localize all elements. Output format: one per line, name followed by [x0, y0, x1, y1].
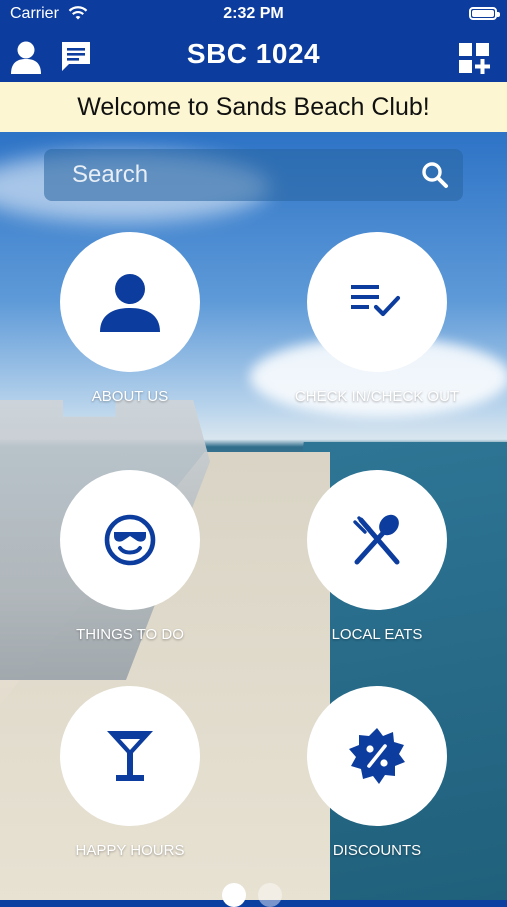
check-in-check-out-button[interactable]: [307, 232, 447, 372]
local-eats-button[interactable]: [307, 470, 447, 610]
local-eats-label: LOCAL EATS: [331, 626, 423, 643]
check-in-check-out-label: CHECK IN/CHECK OUT: [294, 388, 460, 405]
status-bar: Carrier 2:32 PM: [0, 0, 507, 30]
add-widget-icon[interactable]: [458, 42, 490, 74]
search-bar[interactable]: Search: [44, 149, 463, 201]
discount-badge-icon: [349, 728, 405, 784]
welcome-banner: Welcome to Sands Beach Club!: [0, 82, 507, 132]
fork-spoon-icon: [353, 514, 400, 565]
discounts-button[interactable]: [307, 686, 447, 826]
sunglasses-face-icon: [104, 514, 156, 566]
search-icon[interactable]: [421, 161, 449, 189]
things-to-do-button[interactable]: [60, 470, 200, 610]
about-us-label: ABOUT US: [91, 388, 169, 405]
person-icon: [100, 274, 160, 332]
status-time: 2:32 PM: [223, 5, 284, 22]
page-indicator[interactable]: [220, 883, 290, 907]
cocktail-icon: [107, 731, 153, 781]
things-to-do-label: THINGS TO DO: [76, 626, 184, 643]
happy-hours-button[interactable]: [60, 686, 200, 826]
top-nav-bar: Carrier 2:32 PM SBC 1024: [0, 0, 507, 82]
battery-icon: [469, 7, 500, 20]
happy-hours-label: HAPPY HOURS: [75, 842, 185, 859]
page-title: SBC 1024: [186, 38, 321, 69]
checklist-icon: [351, 285, 401, 317]
discounts-label: DISCOUNTS: [332, 842, 422, 859]
page-dot[interactable]: [258, 883, 282, 907]
search-input[interactable]: Search: [72, 161, 148, 189]
about-us-button[interactable]: [60, 232, 200, 372]
page-dot-active[interactable]: [222, 883, 246, 907]
